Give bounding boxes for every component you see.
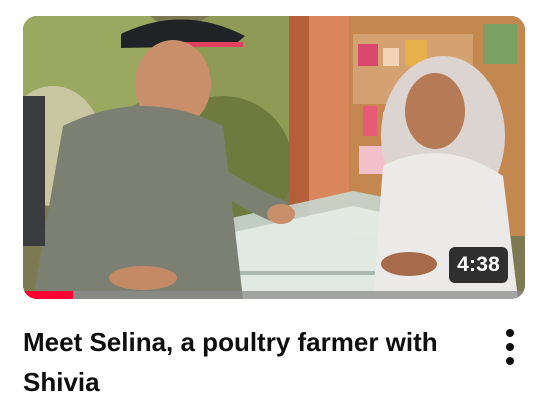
duration-badge: 4:38 [449,247,508,283]
video-title[interactable]: Meet Selina, a poultry farmer with Shivi… [23,322,463,402]
more-vert-icon-dot-3 [506,357,514,365]
more-vert-icon-dot-2 [506,343,514,351]
watch-progress-fill [23,291,74,299]
video-thumbnail[interactable]: 4:38 [23,16,525,299]
video-card: 4:38 Meet Selina, a poultry farmer with … [0,0,536,420]
more-actions-button[interactable] [494,325,526,369]
watch-progress-bar [23,291,525,299]
more-vert-icon [506,329,514,337]
